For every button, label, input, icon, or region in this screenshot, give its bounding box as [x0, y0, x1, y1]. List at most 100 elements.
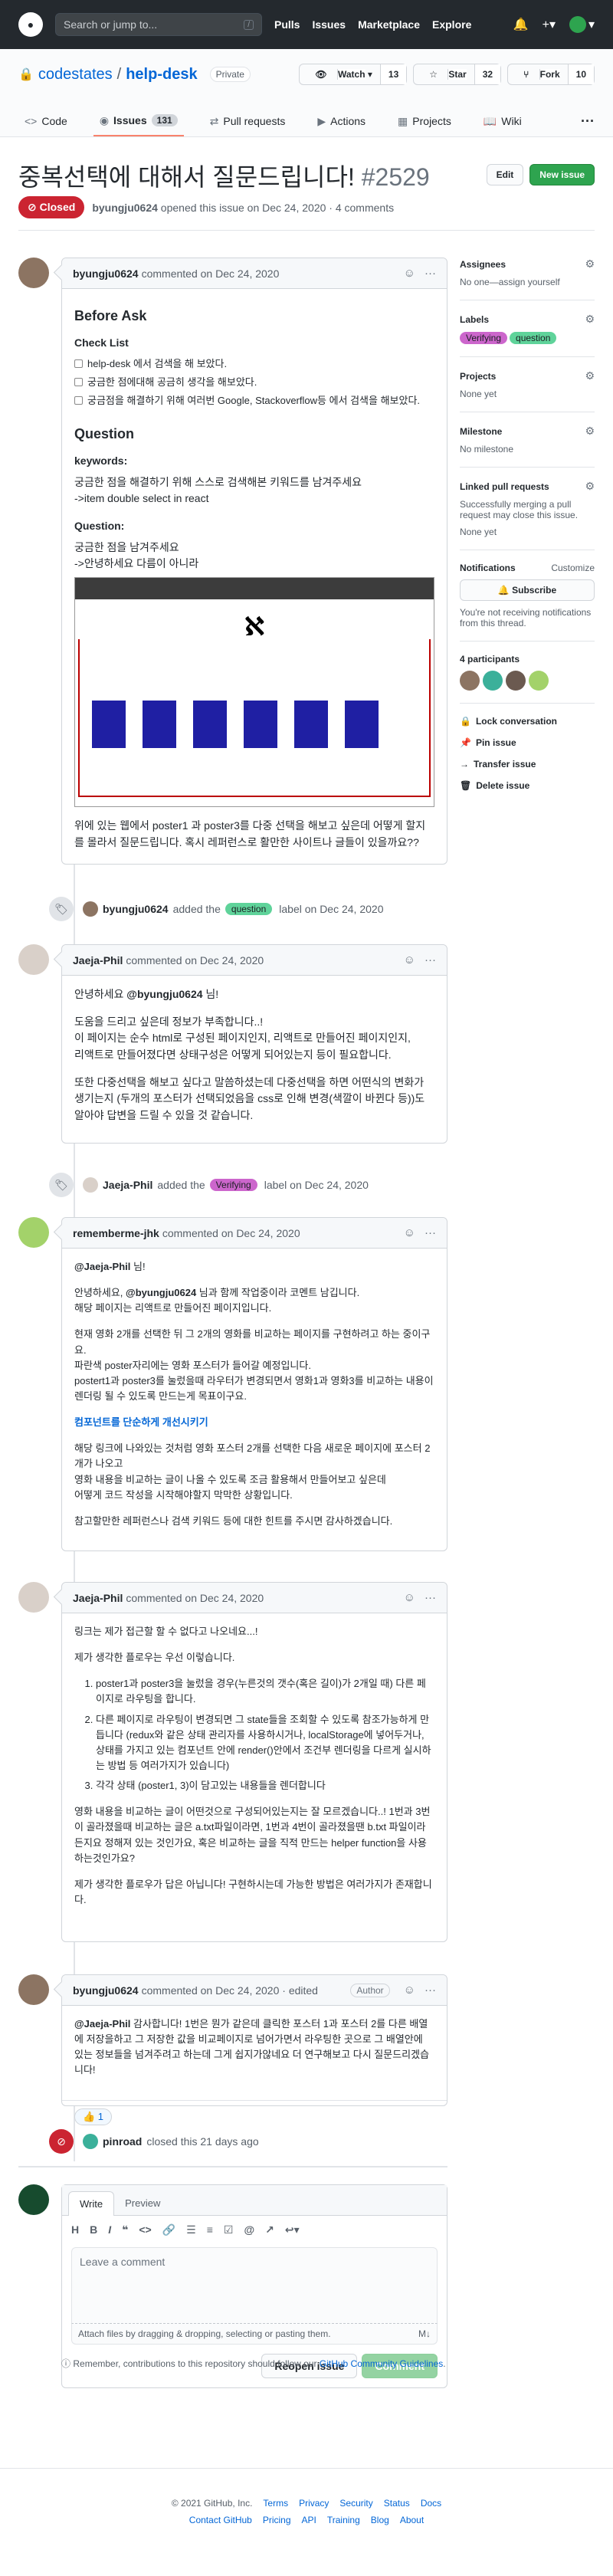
star-count[interactable]: 32	[474, 64, 501, 84]
checkbox[interactable]	[74, 378, 83, 387]
quote-icon[interactable]: ❝	[122, 2223, 128, 2236]
footer-link[interactable]: Security	[339, 2498, 372, 2509]
avatar[interactable]	[83, 2134, 98, 2149]
avatar[interactable]	[483, 671, 503, 691]
delete-issue[interactable]: 🗑 Delete issue	[460, 780, 595, 791]
watch-button[interactable]: 👁 Watch ▾ 13	[299, 64, 408, 85]
avatar[interactable]	[18, 1217, 49, 1248]
footer-link[interactable]: About	[400, 2515, 424, 2525]
comment-textarea[interactable]: Leave a comment	[71, 2247, 438, 2324]
tab-wiki[interactable]: 📖 Wiki	[477, 106, 528, 136]
comment-author[interactable]: Jaeja-Phil	[73, 1592, 123, 1604]
bullet-list-icon[interactable]: ☰	[186, 2223, 196, 2236]
nav-explore[interactable]: Explore	[432, 18, 471, 31]
tab-projects[interactable]: ▦ Projects	[392, 106, 457, 136]
smiley-icon[interactable]: ☺	[404, 1984, 415, 1997]
new-issue-button[interactable]: New issue	[529, 164, 595, 185]
smiley-icon[interactable]: ☺	[404, 1591, 415, 1604]
avatar[interactable]	[83, 1177, 98, 1193]
kebab-menu-icon[interactable]: ···	[425, 1226, 436, 1239]
mention-icon[interactable]: @	[244, 2223, 254, 2236]
nav-issues[interactable]: Issues	[312, 18, 346, 31]
label-verifying[interactable]: Verifying	[209, 1179, 257, 1191]
search-input[interactable]: Search or jump to... /	[55, 13, 262, 36]
cross-reference-icon[interactable]: ↗	[265, 2223, 274, 2236]
lock-conversation[interactable]: 🔒 Lock conversation	[460, 716, 595, 727]
watch-count[interactable]: 13	[379, 64, 407, 84]
tab-actions[interactable]: ▶ Actions	[311, 106, 372, 136]
transfer-issue[interactable]: → Transfer issue	[460, 759, 595, 770]
avatar[interactable]	[18, 1974, 49, 2005]
footer-link[interactable]: API	[302, 2515, 316, 2525]
footer-link[interactable]: Blog	[371, 2515, 389, 2525]
avatar[interactable]	[460, 671, 480, 691]
gear-icon[interactable]: ⚙	[585, 369, 595, 382]
kebab-menu-icon[interactable]: ···	[425, 267, 436, 280]
tab-preview[interactable]: Preview	[114, 2191, 171, 2215]
footer-link[interactable]: Status	[384, 2498, 410, 2509]
link-icon[interactable]: 🔗	[162, 2223, 175, 2236]
avatar[interactable]	[18, 258, 49, 288]
task-list-icon[interactable]: ☑	[224, 2223, 234, 2236]
label-verifying[interactable]: Verifying	[460, 332, 508, 344]
nav-pulls[interactable]: Pulls	[274, 18, 300, 31]
avatar[interactable]	[506, 671, 526, 691]
customize-link[interactable]: Customize	[551, 563, 595, 573]
checkbox[interactable]	[74, 396, 83, 405]
more-tabs-icon[interactable]: ···	[581, 106, 595, 136]
footer-link[interactable]: Contact GitHub	[189, 2515, 252, 2525]
nav-marketplace[interactable]: Marketplace	[358, 18, 420, 31]
tab-issues[interactable]: ◉ Issues 131	[93, 106, 184, 136]
smiley-icon[interactable]: ☺	[404, 1226, 415, 1239]
checkbox[interactable]	[74, 359, 83, 369]
comment-author[interactable]: Jaeja-Phil	[73, 954, 123, 966]
avatar[interactable]	[529, 671, 549, 691]
fork-count[interactable]: 10	[567, 64, 594, 84]
footer-link[interactable]: Docs	[421, 2498, 441, 2509]
code-icon[interactable]: <>	[139, 2223, 151, 2236]
guidelines-link[interactable]: GitHub Community Guidelines	[320, 2358, 443, 2369]
smiley-icon[interactable]: ☺	[404, 953, 415, 966]
smiley-icon[interactable]: ☺	[404, 267, 415, 280]
footer-link[interactable]: Privacy	[299, 2498, 329, 2509]
github-logo-icon[interactable]: ●	[18, 12, 43, 37]
repo-name-link[interactable]: help-desk	[126, 66, 197, 84]
avatar[interactable]	[18, 944, 49, 975]
kebab-menu-icon[interactable]: ···	[425, 953, 436, 966]
heading-icon[interactable]: H	[71, 2223, 79, 2236]
gear-icon[interactable]: ⚙	[585, 425, 595, 438]
thumbs-up-reaction[interactable]: 👍 1	[74, 2108, 113, 2125]
event-actor[interactable]: pinroad	[103, 2135, 142, 2148]
footer-link[interactable]: Training	[327, 2515, 360, 2525]
tab-code[interactable]: <> Code	[18, 106, 74, 136]
assignees-value[interactable]: No one—assign yourself	[460, 277, 560, 287]
subscribe-button[interactable]: 🔔 Subscribe	[460, 579, 595, 601]
event-actor[interactable]: byungju0624	[103, 903, 169, 915]
attach-hint[interactable]: Attach files by dragging & dropping, sel…	[71, 2324, 438, 2345]
kebab-menu-icon[interactable]: ···	[425, 1984, 436, 1997]
embedded-screenshot[interactable]: ℵ	[74, 577, 434, 808]
reply-icon[interactable]: ↩▾	[285, 2223, 300, 2236]
issue-author[interactable]: byungju0624	[92, 202, 158, 214]
avatar[interactable]	[18, 1582, 49, 1613]
event-actor[interactable]: Jaeja-Phil	[103, 1179, 152, 1191]
avatar[interactable]	[83, 901, 98, 917]
italic-icon[interactable]: I	[108, 2223, 111, 2236]
repo-owner-link[interactable]: codestates	[38, 66, 113, 84]
numbered-list-icon[interactable]: ≡	[207, 2223, 213, 2236]
tab-pull-requests[interactable]: ⇄ Pull requests	[204, 106, 292, 136]
tab-write[interactable]: Write	[68, 2191, 115, 2216]
mention-link[interactable]: @byungju0624	[126, 988, 202, 1000]
footer-link[interactable]: Pricing	[263, 2515, 291, 2525]
gear-icon[interactable]: ⚙	[585, 480, 595, 493]
edit-button[interactable]: Edit	[486, 164, 524, 185]
create-new-plus-icon[interactable]: +▾	[543, 17, 556, 32]
gear-icon[interactable]: ⚙	[585, 258, 595, 271]
mention-link[interactable]: @Jaeja-Phil	[74, 2018, 130, 2030]
comment-author[interactable]: byungju0624	[73, 1984, 139, 1997]
label-question[interactable]: question	[225, 903, 273, 915]
user-menu[interactable]: ▾	[569, 16, 595, 33]
bold-icon[interactable]: B	[90, 2223, 97, 2236]
comment-author[interactable]: rememberme-jhk	[73, 1227, 159, 1239]
mention-link[interactable]: @Jaeja-Phil	[74, 1261, 130, 1272]
